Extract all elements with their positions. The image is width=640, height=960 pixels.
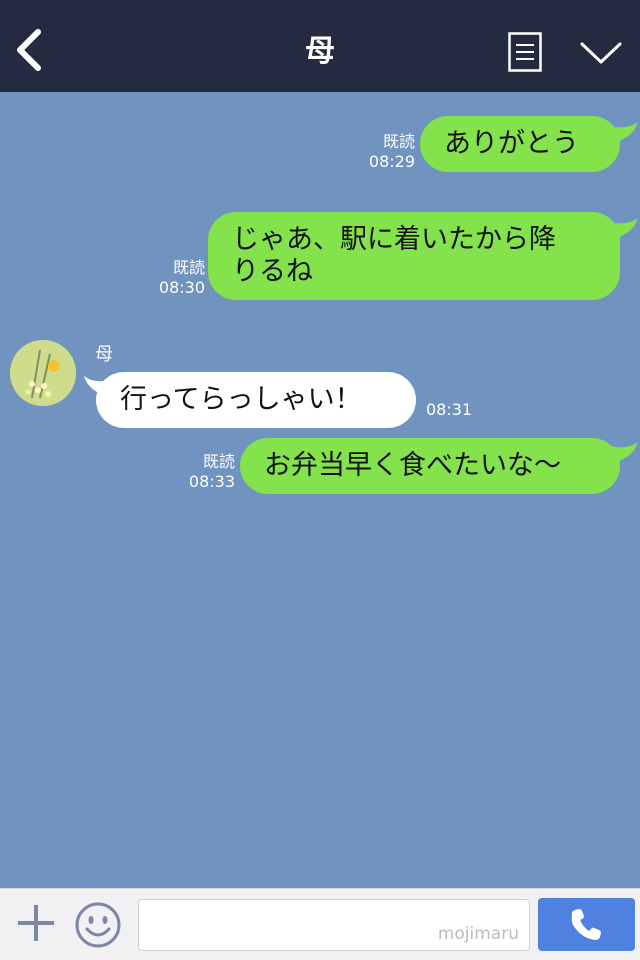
- received-message-bubble[interactable]: 行ってらっしゃい！: [96, 372, 416, 428]
- sent-message-bubble[interactable]: ありがとう: [420, 116, 620, 172]
- avatar[interactable]: [10, 340, 76, 406]
- message-input[interactable]: mojimaru: [138, 899, 530, 951]
- message-text: 行ってらっしゃい！: [120, 384, 362, 415]
- sent-message-bubble[interactable]: お弁当早く食べたいな〜: [240, 438, 620, 494]
- bubble-tail: [610, 442, 638, 462]
- read-receipt: 既読: [382, 132, 415, 151]
- message-text: ありがとう: [444, 128, 579, 159]
- smiley-icon[interactable]: [74, 901, 122, 949]
- bubble-tail: [610, 122, 638, 142]
- bubble-tail: [610, 218, 638, 238]
- message-time: 08:29: [368, 152, 415, 171]
- message-text: お弁当早く食べたいな〜: [264, 450, 561, 481]
- message-meta: 既読 08:30: [150, 258, 205, 298]
- read-receipt: 既読: [202, 452, 235, 471]
- flower-avatar-image: [10, 340, 76, 406]
- message-time: 08:31: [426, 400, 473, 419]
- chevron-down-icon[interactable]: [578, 38, 624, 68]
- chat-area[interactable]: 既読 08:29 ありがとう 既読 08:30 じゃあ、駅に着いたから降 りるね…: [0, 92, 640, 888]
- call-button[interactable]: [538, 898, 635, 951]
- read-receipt: 既読: [172, 258, 205, 277]
- phone-icon: [571, 909, 601, 940]
- sent-message-bubble[interactable]: じゃあ、駅に着いたから降 りるね: [208, 212, 620, 300]
- sender-name: 母: [95, 344, 113, 365]
- message-time: 08:33: [188, 472, 235, 491]
- watermark: mojimaru: [437, 924, 519, 944]
- plus-icon[interactable]: [14, 901, 58, 945]
- chat-header: 母: [0, 0, 640, 92]
- message-meta: 既読 08:33: [180, 452, 235, 492]
- message-text-line: じゃあ、駅に着いたから降: [232, 224, 556, 255]
- chat-title: 母: [305, 34, 335, 69]
- input-bar: mojimaru: [0, 888, 640, 960]
- message-meta: 既読 08:29: [360, 132, 415, 172]
- message-text-line: りるね: [232, 256, 313, 287]
- menu-list-icon[interactable]: [508, 32, 542, 72]
- message-time: 08:30: [158, 278, 205, 297]
